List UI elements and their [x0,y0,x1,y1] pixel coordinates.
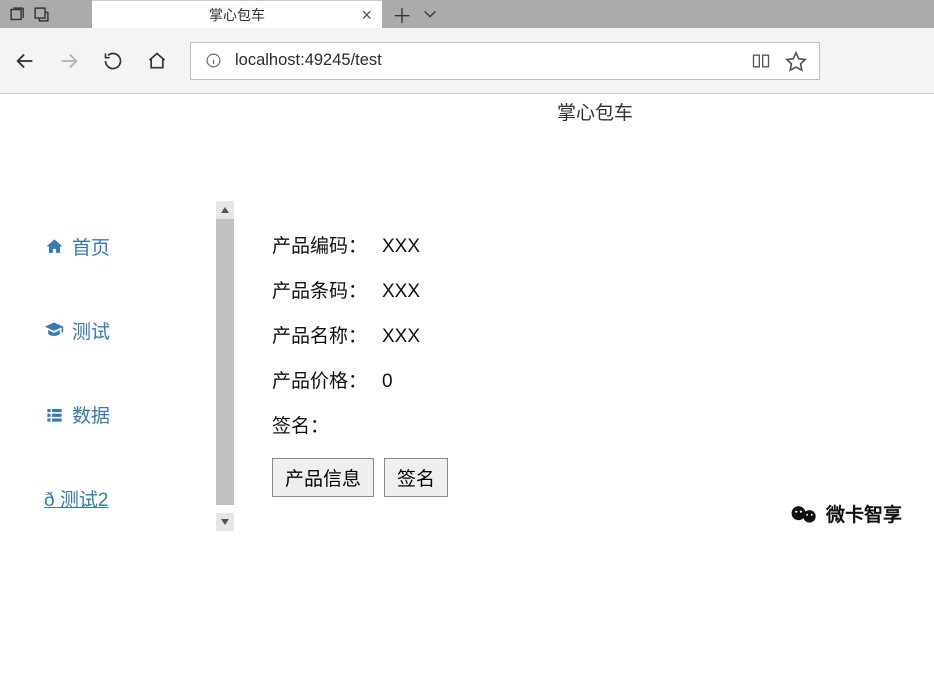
sidebar-item-test[interactable]: 测试 [44,315,216,345]
field-signature: 签名： [272,411,448,438]
field-product-name: 产品名称： XXX [272,321,448,348]
browser-tab[interactable]: 掌心包车 × [92,0,382,28]
field-value: XXX [382,326,420,348]
address-input[interactable] [235,51,751,70]
product-info-button[interactable]: 产品信息 [272,458,374,497]
browser-toolbar [0,28,934,94]
browser-tab-title: 掌心包车 [209,5,265,25]
list-icon [44,404,64,424]
field-value: 0 [382,371,393,393]
sidebar-item-label: 测试 [72,317,110,344]
field-label: 产品价格： [272,366,382,393]
sidebar-item-label: 首页 [72,233,110,260]
field-label: 签名： [272,411,382,438]
field-label: 产品名称： [272,321,382,348]
home-nav-icon[interactable] [146,50,168,72]
browser-tab-bar: 掌心包车 × ＋ [0,0,934,28]
watermark: 微卡智享 [790,500,902,527]
sidebar-item-home[interactable]: 首页 [44,231,216,261]
scroll-track[interactable] [216,219,234,513]
field-product-price: 产品价格： 0 [272,366,448,393]
tab-preview-icon[interactable] [32,5,50,23]
refresh-icon[interactable] [102,50,124,72]
field-product-code: 产品编码： XXX [272,231,448,258]
scroll-up-icon[interactable] [216,201,234,219]
sidebar-item-label: ð 测试2 [44,485,108,512]
back-icon[interactable] [14,50,36,72]
address-bar-right [751,50,819,72]
reading-view-icon[interactable] [751,51,771,71]
sidebar-scrollbar[interactable] [216,201,234,531]
new-tab-icon[interactable]: ＋ [392,0,412,29]
button-row: 产品信息 签名 [272,458,448,497]
scroll-thumb[interactable] [216,219,234,505]
graduation-icon [44,320,64,340]
address-bar[interactable] [190,42,820,80]
sidebar: 首页 测试 数据 ð 测试2 [44,201,216,567]
favorite-icon[interactable] [785,50,807,72]
field-product-barcode: 产品条码： XXX [272,276,448,303]
home-icon [44,236,64,256]
tab-tools [0,0,92,28]
tabs-dropdown-icon[interactable] [422,6,438,22]
watermark-text: 微卡智享 [826,500,902,527]
sign-button[interactable]: 签名 [384,458,448,497]
sidebar-item-label: 数据 [72,401,110,428]
sidebar-item-test2[interactable]: ð 测试2 [44,483,216,513]
tab-set-aside-icon[interactable] [8,5,26,23]
forward-icon [58,50,80,72]
scroll-down-icon[interactable] [216,513,234,531]
page-title: 掌心包车 [255,98,934,125]
tab-close-icon[interactable]: × [361,5,372,26]
tab-extras: ＋ [382,0,438,28]
main-content: 产品编码： XXX 产品条码： XXX 产品名称： XXX 产品价格： 0 签名… [272,201,448,497]
sidebar-item-data[interactable]: 数据 [44,399,216,429]
site-info-icon[interactable] [191,52,235,69]
field-label: 产品条码： [272,276,382,303]
field-label: 产品编码： [272,231,382,258]
page-content: 掌心包车 首页 测试 [0,98,934,567]
field-value: XXX [382,236,420,258]
field-value: XXX [382,281,420,303]
wechat-icon [790,504,818,524]
